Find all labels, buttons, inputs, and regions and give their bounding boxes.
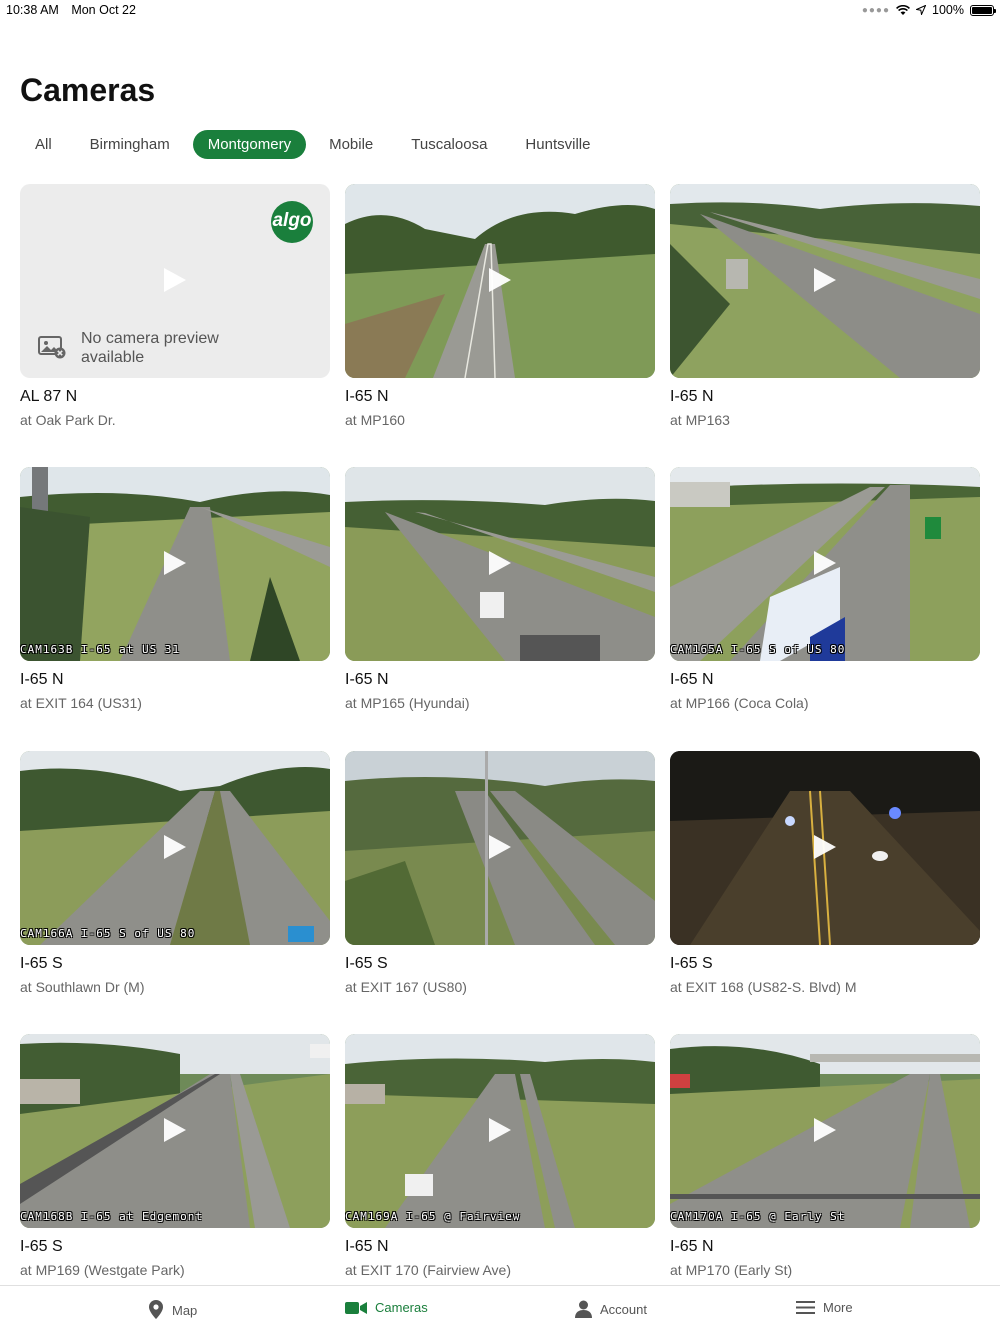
status-bar: 10:38 AM Mon Oct 22 ●●●● 100% — [0, 0, 1000, 22]
camera-title: I-65 S — [345, 955, 388, 972]
camera-thumbnail[interactable] — [670, 751, 980, 945]
camera-caption: CAM168B I-65 at Edgemont — [20, 1210, 203, 1223]
bottom-navigation-bar: Map Cameras Account More — [0, 1285, 1000, 1334]
play-icon[interactable] — [814, 1118, 836, 1142]
location-arrow-icon — [916, 5, 927, 15]
camera-caption: CAM163B I-65 at US 31 — [20, 643, 181, 656]
page-title: Cameras — [20, 72, 156, 108]
city-filter-tabs: All Birmingham Montgomery Mobile Tuscalo… — [20, 129, 613, 159]
nav-cameras[interactable]: Cameras — [345, 1300, 428, 1315]
camera-location: at EXIT 170 (Fairview Ave) — [345, 1262, 511, 1278]
status-date: Mon Oct 22 — [71, 3, 136, 17]
camera-title: I-65 N — [670, 388, 714, 405]
nav-more-label: More — [823, 1300, 853, 1315]
camera-card[interactable]: CAM168B I-65 at Edgemont I-65 S at MP169… — [20, 1034, 330, 1284]
play-icon[interactable] — [489, 268, 511, 292]
camera-card[interactable]: CAM163B I-65 at US 31 I-65 N at EXIT 164… — [20, 467, 330, 717]
camera-thumbnail[interactable] — [345, 467, 655, 661]
camera-card[interactable]: CAM169A I-65 @ Fairview I-65 N at EXIT 1… — [345, 1034, 655, 1284]
camera-title: I-65 N — [345, 388, 389, 405]
camera-title: I-65 N — [345, 671, 389, 688]
camera-card[interactable]: I-65 S at EXIT 168 (US82-S. Blvd) M — [670, 751, 980, 1001]
camera-thumbnail[interactable]: CAM170A I-65 @ Early St — [670, 1034, 980, 1228]
camera-card[interactable]: I-65 N at MP165 (Hyundai) — [345, 467, 655, 717]
tab-birmingham[interactable]: Birmingham — [75, 130, 185, 159]
nav-map-label: Map — [172, 1302, 198, 1318]
camera-location: at Southlawn Dr (M) — [20, 979, 145, 995]
play-icon[interactable] — [164, 268, 186, 292]
camera-thumbnail-placeholder[interactable]: algo No camera preview available — [20, 184, 330, 378]
play-icon[interactable] — [164, 835, 186, 859]
camera-thumbnail[interactable] — [670, 184, 980, 378]
status-time: 10:38 AM — [6, 3, 59, 17]
nav-account-label: Account — [600, 1301, 647, 1317]
tab-montgomery[interactable]: Montgomery — [192, 129, 307, 159]
tab-mobile[interactable]: Mobile — [314, 130, 388, 159]
camera-card[interactable]: I-65 N at MP163 — [670, 184, 980, 434]
battery-percent: 100% — [932, 3, 964, 17]
no-preview-message: No camera preview available — [81, 330, 219, 366]
camera-location: at MP160 — [345, 412, 405, 428]
tab-tuscaloosa[interactable]: Tuscaloosa — [396, 130, 502, 159]
camera-title: AL 87 N — [20, 388, 78, 405]
camera-location: at MP165 (Hyundai) — [345, 695, 470, 711]
camera-thumbnail[interactable]: CAM166A I-65 S of US 80 — [20, 751, 330, 945]
signal-dots-icon: ●●●● — [861, 4, 891, 16]
camera-thumbnail[interactable]: CAM168B I-65 at Edgemont — [20, 1034, 330, 1228]
camera-thumbnail[interactable]: CAM169A I-65 @ Fairview — [345, 1034, 655, 1228]
nav-cameras-label: Cameras — [375, 1300, 428, 1315]
video-camera-icon — [345, 1301, 367, 1314]
camera-caption: CAM169A I-65 @ Fairview — [345, 1210, 521, 1223]
camera-thumbnail[interactable]: CAM163B I-65 at US 31 — [20, 467, 330, 661]
person-icon — [575, 1300, 592, 1318]
camera-title: I-65 N — [20, 671, 64, 688]
camera-title: I-65 N — [670, 671, 714, 688]
camera-title: I-65 S — [20, 955, 63, 972]
play-icon[interactable] — [489, 835, 511, 859]
camera-card[interactable]: CAM166A I-65 S of US 80 I-65 S at Southl… — [20, 751, 330, 1001]
camera-thumbnail[interactable]: CAM165A I-65 S of US 80 — [670, 467, 980, 661]
nav-account[interactable]: Account — [575, 1300, 647, 1318]
camera-card[interactable]: I-65 N at MP160 — [345, 184, 655, 434]
algo-logo: algo — [271, 201, 313, 243]
nav-more[interactable]: More — [796, 1300, 853, 1315]
play-icon[interactable] — [814, 835, 836, 859]
play-icon[interactable] — [164, 551, 186, 575]
play-icon[interactable] — [814, 551, 836, 575]
camera-card[interactable]: algo No camera preview available AL 87 N… — [20, 184, 330, 434]
wifi-icon — [896, 4, 910, 15]
camera-title: I-65 N — [345, 1238, 389, 1255]
camera-thumbnail[interactable] — [345, 751, 655, 945]
map-pin-icon — [149, 1300, 163, 1319]
camera-location: at MP170 (Early St) — [670, 1262, 793, 1278]
menu-icon — [796, 1301, 815, 1314]
no-image-icon — [38, 336, 66, 359]
camera-caption: CAM170A I-65 @ Early St — [670, 1210, 846, 1223]
camera-card[interactable]: I-65 S at EXIT 167 (US80) — [345, 751, 655, 1001]
play-icon[interactable] — [164, 1118, 186, 1142]
camera-location: at EXIT 167 (US80) — [345, 979, 467, 995]
camera-title: I-65 N — [670, 1238, 714, 1255]
camera-location: at EXIT 168 (US82-S. Blvd) M — [670, 979, 857, 995]
tab-all[interactable]: All — [20, 130, 67, 159]
nav-map[interactable]: Map — [148, 1300, 197, 1320]
play-icon[interactable] — [489, 551, 511, 575]
camera-title: I-65 S — [20, 1238, 63, 1255]
camera-location: at MP169 (Westgate Park) — [20, 1262, 185, 1278]
tab-huntsville[interactable]: Huntsville — [510, 130, 605, 159]
camera-location: at Oak Park Dr. — [20, 412, 116, 428]
play-icon[interactable] — [814, 268, 836, 292]
camera-caption: CAM165A I-65 S of US 80 — [670, 643, 846, 656]
camera-location: at MP163 — [670, 412, 730, 428]
play-icon[interactable] — [489, 1118, 511, 1142]
battery-icon — [970, 4, 996, 16]
camera-card[interactable]: CAM165A I-65 S of US 80 I-65 N at MP166 … — [670, 467, 980, 717]
camera-location: at MP166 (Coca Cola) — [670, 695, 809, 711]
camera-location: at EXIT 164 (US31) — [20, 695, 142, 711]
camera-card[interactable]: CAM170A I-65 @ Early St I-65 N at MP170 … — [670, 1034, 980, 1284]
camera-thumbnail[interactable] — [345, 184, 655, 378]
camera-title: I-65 S — [670, 955, 713, 972]
camera-caption: CAM166A I-65 S of US 80 — [20, 927, 196, 940]
